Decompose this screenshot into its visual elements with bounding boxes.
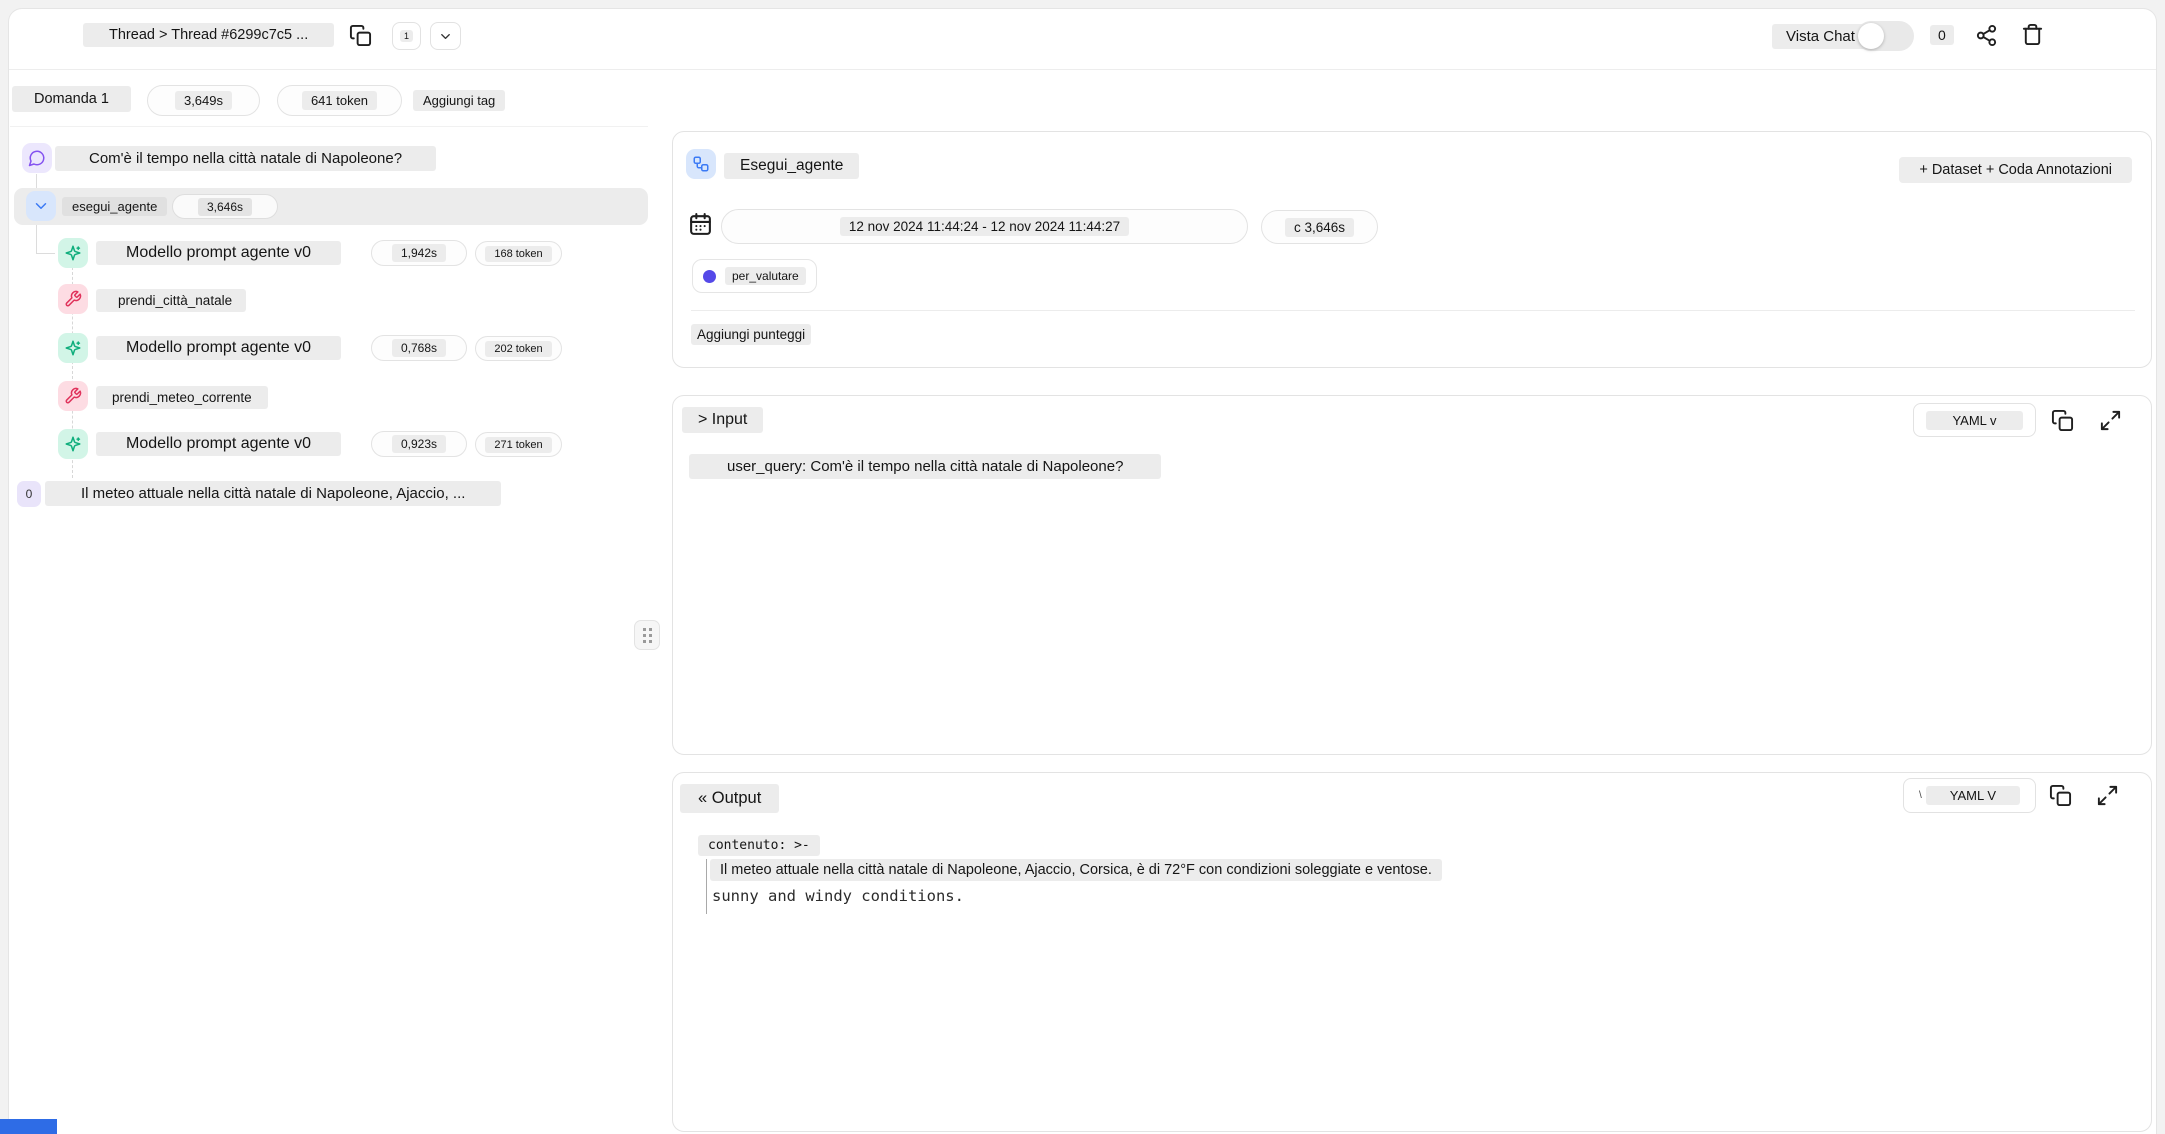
copy-icon: [349, 24, 372, 47]
pager-button[interactable]: 1: [392, 22, 421, 50]
result-score-badge: 0: [17, 481, 41, 507]
copy-input-button[interactable]: [2051, 409, 2074, 432]
left-panel-header-divider: [10, 126, 648, 127]
toggle-knob: [1858, 23, 1884, 49]
input-format-value: YAML v: [1926, 410, 2023, 430]
tree-connector: [36, 253, 55, 254]
share-button[interactable]: [1975, 24, 1998, 47]
step-tokens: 202 token: [485, 340, 552, 357]
add-dataset-annotation-button[interactable]: + Dataset + Coda Annotazioni: [1899, 157, 2132, 183]
trash-icon: [2022, 23, 2043, 46]
detail-title: Esegui_agente: [724, 153, 860, 179]
yaml-indent-guide: [706, 859, 707, 914]
sparkles-icon: [58, 238, 88, 268]
tag-label: per_valutare: [725, 267, 806, 285]
calendar-icon: [688, 212, 713, 237]
tree-step-label[interactable]: Modello prompt agente v0: [96, 336, 341, 360]
detail-divider: [691, 310, 2135, 311]
step-duration-pill: 1,942s: [371, 240, 467, 266]
output-line-raw: sunny and windy conditions.: [712, 887, 964, 905]
sparkles-icon: [58, 429, 88, 459]
delete-button[interactable]: [2021, 23, 2044, 46]
input-format-select[interactable]: YAML v: [1913, 403, 2036, 437]
grip-icon: [642, 627, 652, 643]
step-duration: 1,942s: [391, 244, 447, 262]
expand-input-button[interactable]: [2099, 409, 2122, 432]
chevron-down-icon: [35, 203, 47, 209]
copy-thread-button[interactable]: [349, 24, 372, 47]
question-duration-pill: 3,649s: [147, 85, 260, 116]
tree-step-label[interactable]: prendi_città_natale: [96, 289, 247, 312]
input-card: > Input YAML v user_query: Com'è il temp…: [672, 395, 2152, 755]
question-tokens: 641 token: [301, 91, 378, 110]
vista-chat-label: Vista Chat: [1772, 24, 1869, 49]
tree-result-text[interactable]: Il meteo attuale nella città natale di N…: [45, 481, 502, 506]
pager-value: 1: [399, 30, 413, 42]
tree-connector: [36, 225, 37, 253]
add-tag-button[interactable]: Aggiungi tag: [413, 90, 506, 111]
timerange-pill: 12 nov 2024 11:44:24 - 12 nov 2024 11:44…: [721, 209, 1248, 244]
message-circle-icon: [22, 143, 52, 173]
detail-card: Esegui_agente + Dataset + Coda Annotazio…: [672, 131, 2152, 368]
latency-text: c 3,646s: [1284, 217, 1355, 237]
chevron-down-icon: [441, 33, 450, 39]
copy-icon: [2049, 784, 2072, 807]
agent-span-label[interactable]: esegui_agente: [62, 197, 168, 216]
output-format-value: YAML V: [1925, 786, 2021, 805]
add-scores-button[interactable]: Aggiungi punteggi: [691, 324, 812, 345]
step-tokens-pill: 168 token: [475, 241, 562, 266]
output-format-select[interactable]: \ YAML V: [1903, 778, 2036, 813]
question-tokens-pill: 641 token: [277, 85, 402, 116]
step-tokens: 168 token: [485, 245, 552, 262]
tree-step-label[interactable]: prendi_meteo_corrente: [96, 386, 268, 409]
input-section-title[interactable]: > Input: [682, 407, 764, 433]
vista-chat-toggle[interactable]: [1856, 21, 1914, 51]
wrench-icon: [58, 381, 88, 411]
output-yaml-key: contenuto: >-: [698, 835, 820, 856]
tree-step-label[interactable]: Modello prompt agente v0: [96, 241, 341, 265]
annotation-count-badge: 0: [1930, 25, 1954, 45]
expand-output-button[interactable]: [2096, 784, 2119, 807]
latency-pill: c 3,646s: [1261, 210, 1378, 244]
step-duration-pill: 0,768s: [371, 335, 467, 361]
expand-thread-button[interactable]: [430, 22, 461, 50]
question-title: Domanda 1: [12, 86, 131, 112]
tag-chip[interactable]: per_valutare: [692, 259, 817, 293]
step-tokens-pill: 202 token: [475, 336, 562, 361]
breadcrumb: Thread > Thread #6299c7c5 ...: [83, 23, 335, 47]
panel-resize-handle[interactable]: [634, 620, 660, 650]
bottom-left-bar: [0, 1119, 57, 1134]
topbar-divider: [9, 69, 2156, 70]
step-duration: 0,923s: [391, 435, 447, 453]
tree-step-label[interactable]: Modello prompt agente v0: [96, 432, 341, 456]
wrench-icon: [58, 284, 88, 314]
collapse-agent-button[interactable]: [26, 191, 56, 221]
step-tokens: 271 token: [485, 436, 552, 453]
output-section-title[interactable]: « Output: [680, 784, 780, 813]
share-icon: [1976, 24, 1997, 47]
output-line-translated: Il meteo attuale nella città natale di N…: [710, 859, 1442, 881]
tree-connector: [36, 174, 37, 189]
copy-icon: [2051, 409, 2074, 432]
maximize-icon: [2100, 410, 2121, 431]
timerange-text: 12 nov 2024 11:44:24 - 12 nov 2024 11:44…: [839, 217, 1130, 236]
output-card: « Output \ YAML V contenuto: >- Il meteo…: [672, 772, 2152, 1132]
copy-output-button[interactable]: [2049, 784, 2072, 807]
step-tokens-pill: 271 token: [475, 432, 562, 457]
workflow-icon: [686, 149, 716, 179]
question-duration: 3,649s: [174, 91, 233, 110]
agent-duration: 3,646s: [197, 197, 253, 216]
step-duration: 0,768s: [391, 339, 447, 357]
agent-duration-pill: 3,646s: [172, 194, 278, 219]
tree-question-text[interactable]: Com'è il tempo nella città natale di Nap…: [55, 146, 437, 171]
tag-dot-icon: [703, 269, 716, 283]
output-format-mark: \: [1918, 790, 1922, 801]
input-yaml-content: user_query: Com'è il tempo nella città n…: [689, 454, 1162, 479]
maximize-icon: [2097, 785, 2118, 806]
sparkles-icon: [58, 333, 88, 363]
step-duration-pill: 0,923s: [371, 431, 467, 457]
